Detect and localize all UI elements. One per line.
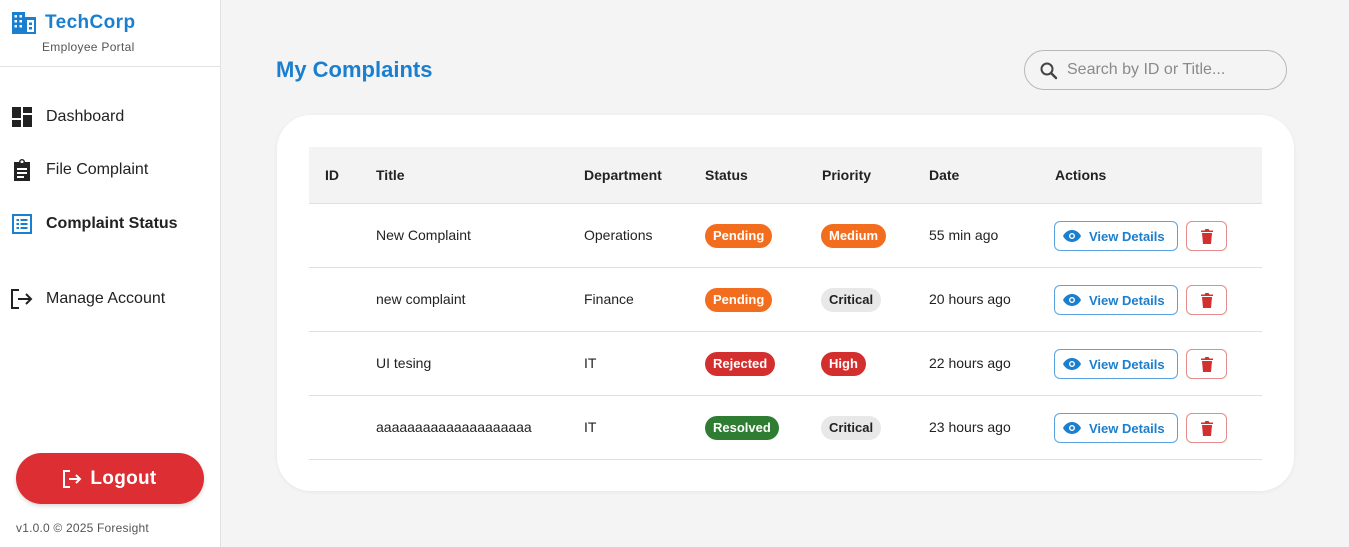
- priority-badge: Critical: [821, 288, 882, 312]
- version-text: v1.0.0 © 2025 Foresight: [16, 521, 149, 535]
- status-badge: Pending: [705, 224, 773, 248]
- table-row: new complaint Finance Pending Critical 2…: [309, 268, 1262, 332]
- eye-icon: [1063, 230, 1081, 242]
- cell-date: 20 hours ago: [929, 291, 1011, 307]
- view-details-button[interactable]: View Details: [1054, 349, 1178, 379]
- status-badge: Resolved: [705, 416, 779, 440]
- dashboard-icon: [11, 106, 33, 128]
- header-title: Title: [376, 167, 405, 183]
- table-row: aaaaaaaaaaaaaaaaaaaa IT Resolved Critica…: [309, 396, 1262, 460]
- eye-icon: [1063, 422, 1081, 434]
- nav-label: File Complaint: [46, 161, 149, 178]
- trash-icon: [1200, 356, 1213, 372]
- building-icon: [12, 12, 36, 34]
- header-status: Status: [705, 167, 748, 183]
- view-details-button[interactable]: View Details: [1054, 221, 1178, 251]
- delete-button[interactable]: [1186, 413, 1227, 443]
- clipboard-icon: [11, 159, 33, 181]
- view-details-label: View Details: [1089, 356, 1165, 372]
- nav-label: Manage Account: [46, 290, 166, 307]
- view-details-label: View Details: [1089, 228, 1165, 244]
- cell-department: IT: [584, 419, 597, 435]
- table-row: UI tesing IT Rejected High 22 hours ago …: [309, 332, 1262, 396]
- cell-date: 22 hours ago: [929, 355, 1011, 371]
- search-box[interactable]: [1024, 50, 1287, 90]
- logout-button[interactable]: Logout: [16, 453, 204, 504]
- cell-title: New Complaint: [376, 227, 471, 243]
- status-badge: Pending: [705, 288, 773, 312]
- complaints-table: ID Title Department Status Priority Date…: [309, 147, 1262, 460]
- delete-button[interactable]: [1186, 221, 1227, 251]
- logout-icon: [63, 469, 82, 488]
- page-title: My Complaints: [276, 57, 433, 82]
- complaints-card: ID Title Department Status Priority Date…: [277, 115, 1294, 491]
- brand-subtitle: Employee Portal: [42, 40, 135, 54]
- exit-icon: [11, 288, 33, 310]
- search-input[interactable]: [1067, 52, 1277, 88]
- priority-badge: Critical: [821, 416, 882, 440]
- search-icon: [1040, 62, 1058, 80]
- view-details-button[interactable]: View Details: [1054, 413, 1178, 443]
- table-row: New Complaint Operations Pending Medium …: [309, 204, 1262, 268]
- trash-icon: [1200, 292, 1213, 308]
- cell-department: IT: [584, 355, 597, 371]
- header-date: Date: [929, 167, 960, 183]
- delete-button[interactable]: [1186, 349, 1227, 379]
- cell-department: Finance: [584, 291, 634, 307]
- trash-icon: [1200, 420, 1213, 436]
- trash-icon: [1200, 228, 1213, 244]
- cell-department: Operations: [584, 227, 653, 243]
- cell-title: UI tesing: [376, 355, 432, 371]
- sidebar: TechCorp Employee Portal Dashboard File …: [0, 0, 221, 547]
- header-actions: Actions: [1055, 167, 1107, 183]
- nav-label: Complaint Status: [46, 215, 178, 232]
- logout-label: Logout: [90, 467, 157, 489]
- nav-label: Dashboard: [46, 108, 125, 125]
- nav-item-manage-account[interactable]: Manage Account: [0, 279, 220, 319]
- list-icon: [11, 213, 33, 235]
- eye-icon: [1063, 358, 1081, 370]
- header-priority: Priority: [822, 167, 872, 183]
- brand: TechCorp Employee Portal: [0, 0, 220, 67]
- view-details-label: View Details: [1089, 292, 1165, 308]
- nav-item-file-complaint[interactable]: File Complaint: [0, 150, 220, 190]
- priority-badge: Medium: [821, 224, 887, 248]
- cell-date: 23 hours ago: [929, 419, 1011, 435]
- cell-title: new complaint: [376, 291, 466, 307]
- eye-icon: [1063, 294, 1081, 306]
- priority-badge: High: [821, 352, 866, 376]
- brand-name: TechCorp: [45, 12, 136, 33]
- header-department: Department: [584, 167, 662, 183]
- view-details-label: View Details: [1089, 420, 1165, 436]
- header-id: ID: [325, 167, 339, 183]
- delete-button[interactable]: [1186, 285, 1227, 315]
- cell-title: aaaaaaaaaaaaaaaaaaaa: [376, 419, 532, 435]
- status-badge: Rejected: [705, 352, 776, 376]
- nav-item-complaint-status[interactable]: Complaint Status: [0, 204, 220, 244]
- view-details-button[interactable]: View Details: [1054, 285, 1178, 315]
- nav-item-dashboard[interactable]: Dashboard: [0, 97, 220, 137]
- cell-date: 55 min ago: [929, 227, 999, 243]
- table-header: ID Title Department Status Priority Date…: [309, 147, 1262, 204]
